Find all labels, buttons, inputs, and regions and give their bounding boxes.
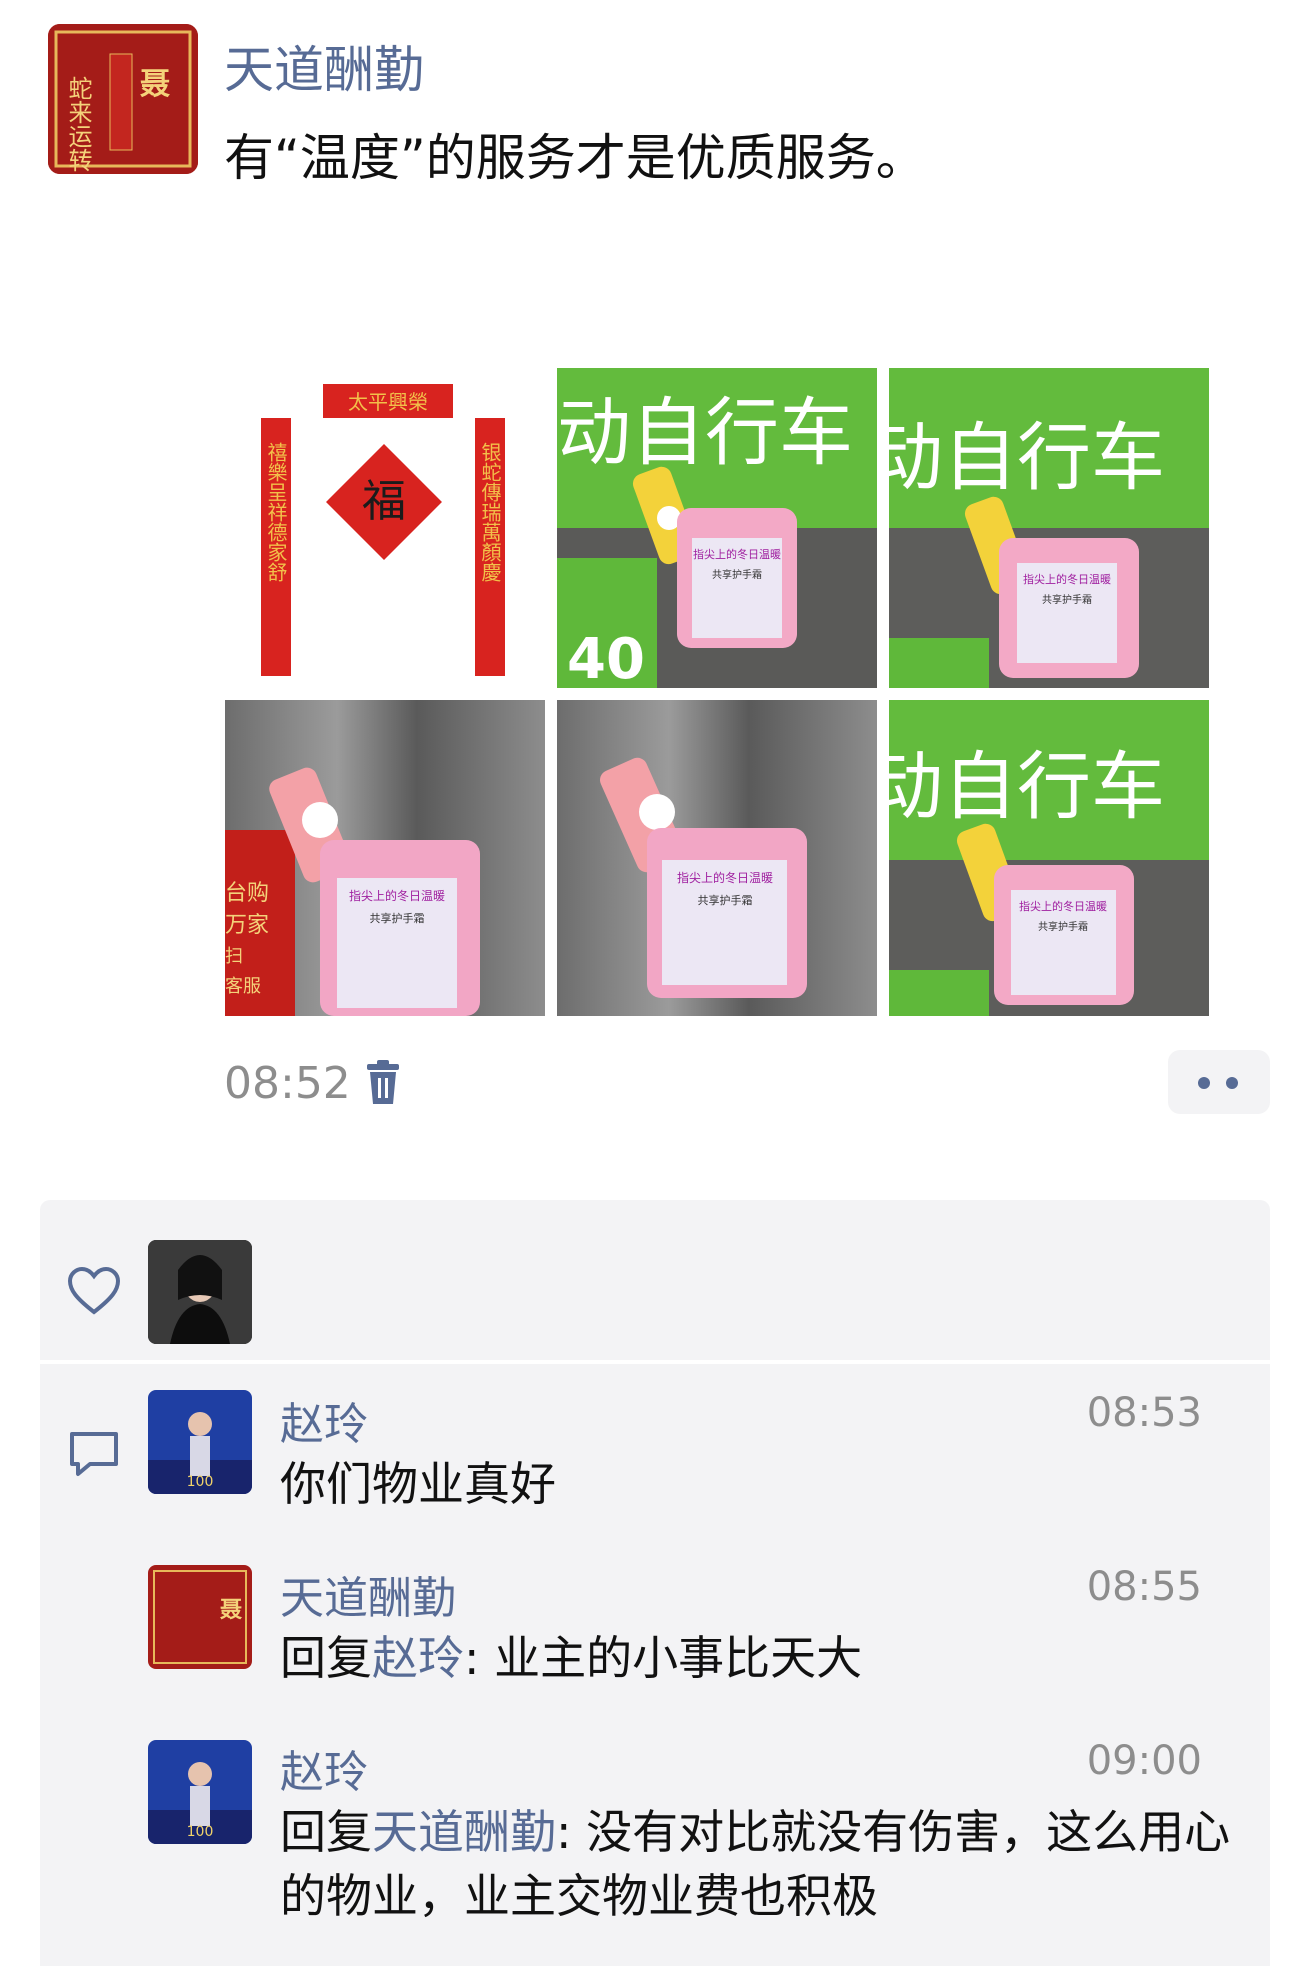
box-sub: 共享护手霜	[712, 568, 762, 581]
comment-time: 09:00	[1086, 1738, 1202, 1784]
reply-target[interactable]: 天道酬勤	[372, 1805, 556, 1859]
avatar-text: 蛇来运转	[64, 76, 92, 172]
comment-time: 08:53	[1086, 1390, 1202, 1436]
heart-icon	[67, 1266, 121, 1315]
post-image-2[interactable]: 动自行车 40 指尖上的冬日温暖 共享护手霜	[557, 368, 877, 688]
box-sub: 共享护手霜	[370, 911, 425, 925]
liker-avatar[interactable]	[148, 1240, 252, 1344]
box-label: 指尖上的冬日温暖	[1023, 572, 1111, 586]
sign-text: 动自行车	[889, 744, 1165, 830]
floor-number: 40	[567, 627, 645, 688]
comment-text[interactable]: 你们物业真好	[280, 1452, 1240, 1516]
comment-author[interactable]: 赵玲	[280, 1388, 368, 1452]
box-sub: 共享护手霜	[698, 893, 753, 907]
box-label: 指尖上的冬日温暖	[349, 888, 445, 903]
post-text: 有“温度”的服务才是优质服务。	[224, 129, 926, 187]
couplet-top: 太平興榮	[348, 390, 428, 414]
box-label: 指尖上的冬日温暖	[693, 547, 781, 561]
post-image-1[interactable]: 太平興榮 福 禧樂呈祥德家舒 银蛇傳瑞萬顏慶	[225, 366, 545, 690]
commenter-avatar[interactable]: 100	[148, 1740, 252, 1844]
box-sub: 共享护手霜	[1038, 920, 1088, 933]
commenter-avatar[interactable]: 100	[148, 1390, 252, 1494]
comment-text[interactable]: 回复赵玲: 业主的小事比天大	[280, 1626, 1240, 1690]
couplet-left: 禧樂呈祥德家舒	[264, 442, 288, 582]
comment-body: 你们物业真好	[280, 1457, 556, 1511]
comment-body: : 业主的小事比天大	[464, 1631, 863, 1685]
side-text: 客服	[225, 976, 261, 997]
fu-character: 福	[362, 476, 406, 527]
svg-text:100: 100	[187, 1824, 214, 1840]
side-text: 扫	[225, 946, 243, 967]
post-image-3[interactable]: 动自行车 指尖上的冬日温暖 共享护手霜	[889, 368, 1209, 688]
box-sub: 共享护手霜	[1042, 593, 1092, 606]
post-image-5[interactable]: 指尖上的冬日温暖 共享护手霜	[557, 700, 877, 1016]
svg-text:100: 100	[187, 1474, 214, 1490]
comment-icon	[70, 1432, 118, 1476]
comment-author[interactable]: 天道酬勤	[280, 1562, 456, 1626]
post-image-4[interactable]: 台购 万家 扫 客服 指尖上的冬日温暖 共享护手霜	[225, 700, 545, 1016]
post-image-6[interactable]: 动自行车 指尖上的冬日温暖 共享护手霜	[889, 700, 1209, 1016]
sign-text: 动自行车	[889, 415, 1165, 501]
post-author-name[interactable]: 天道酬勤	[224, 30, 424, 102]
delete-icon[interactable]	[365, 1060, 401, 1106]
dot-icon	[1198, 1077, 1210, 1089]
sign-text: 动自行车	[557, 390, 853, 476]
avatar-badge: 聂	[219, 1598, 243, 1623]
box-label: 指尖上的冬日温暖	[1019, 899, 1107, 913]
box-label: 指尖上的冬日温暖	[677, 870, 773, 885]
reply-prefix: 回复	[280, 1805, 372, 1859]
commenter-avatar[interactable]: 聂	[148, 1565, 252, 1669]
avatar-badge: 聂	[140, 67, 170, 102]
more-options-button[interactable]	[1168, 1050, 1270, 1114]
dot-icon	[1226, 1077, 1238, 1089]
reply-target[interactable]: 赵玲	[372, 1631, 464, 1685]
couplet-right: 银蛇傳瑞萬顏慶	[478, 442, 502, 582]
comment-time: 08:55	[1086, 1564, 1202, 1610]
side-text: 万家	[225, 913, 269, 938]
reply-prefix: 回复	[280, 1631, 372, 1685]
comment-author[interactable]: 赵玲	[280, 1736, 368, 1800]
post-time: 08:52	[224, 1058, 351, 1109]
comment-text[interactable]: 回复天道酬勤: 没有对比就没有伤害，这么用心的物业，业主交物业费也积极	[280, 1800, 1240, 1928]
author-avatar[interactable]: 蛇来运转 聂	[48, 24, 198, 174]
side-text: 台购	[225, 881, 269, 906]
